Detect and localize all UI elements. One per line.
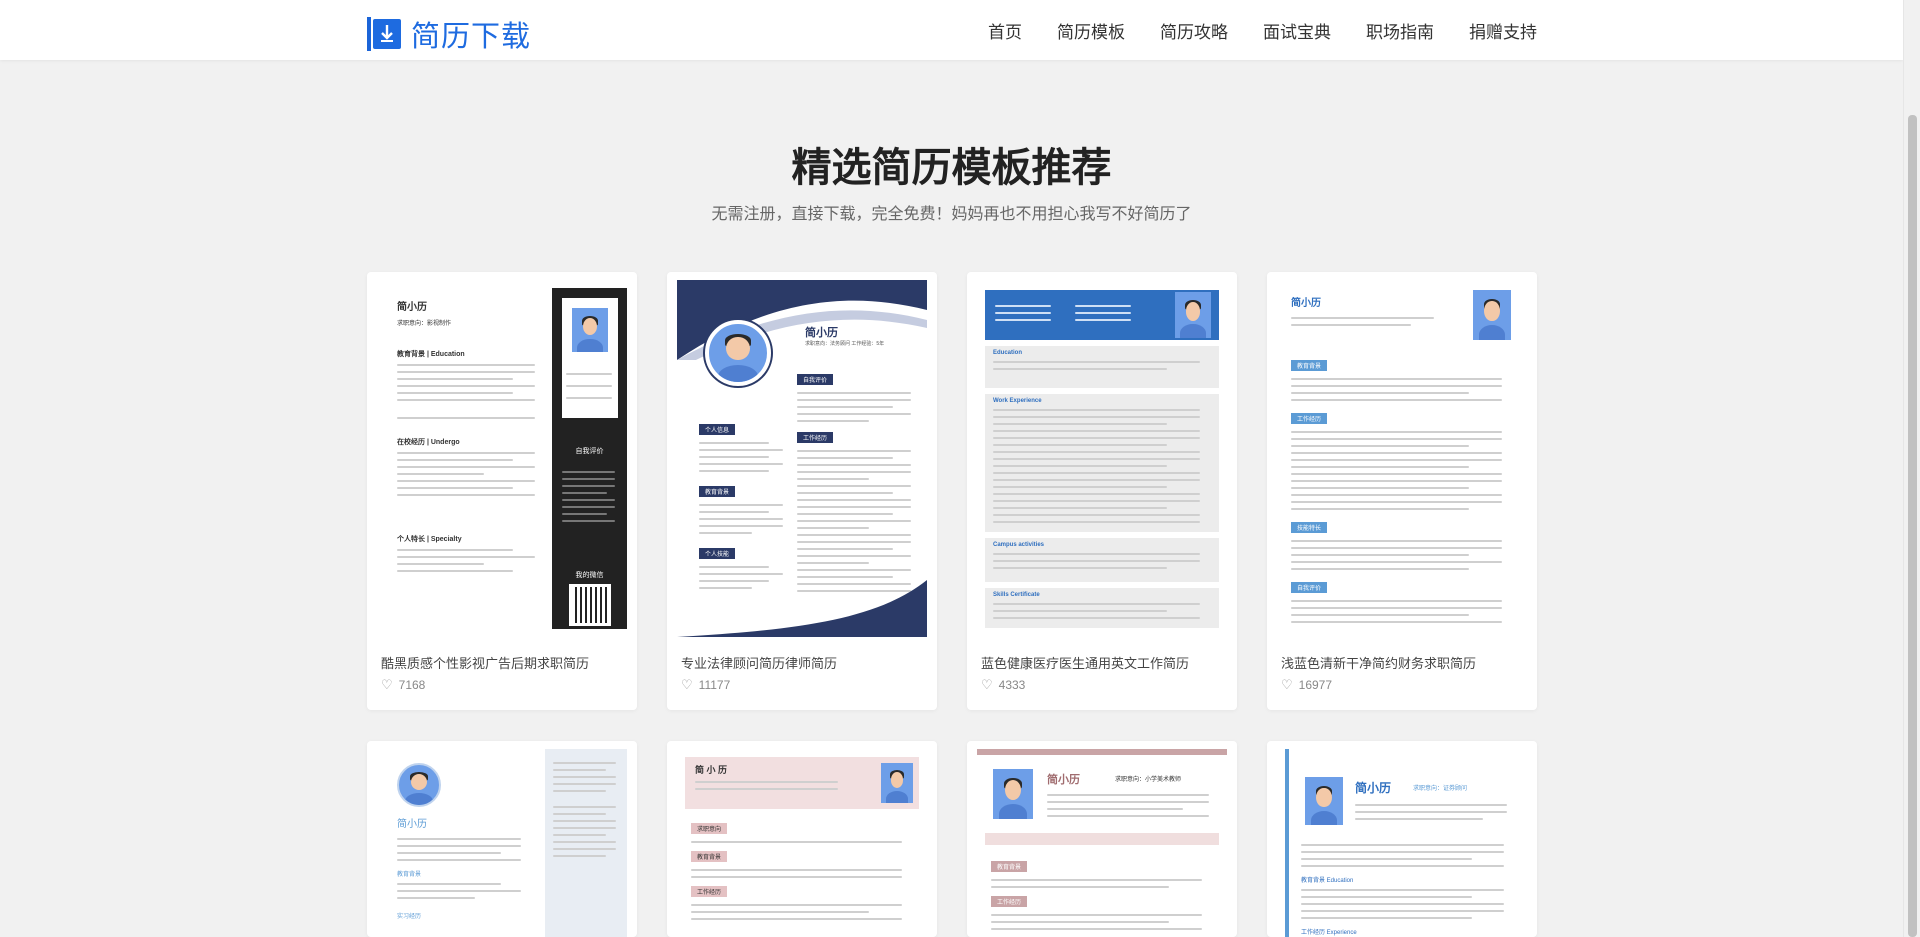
thumb-section: 个人信息 xyxy=(699,424,736,435)
template-thumbnail[interactable]: 简小历 教育背景 工作经历 技能特长 自我评价 xyxy=(1277,280,1527,637)
thumb-intent: 求职意向：证券顾问 xyxy=(1413,786,1468,792)
like-count[interactable]: ♡ 4333 xyxy=(981,677,1025,693)
like-number: 7168 xyxy=(398,678,426,692)
heart-icon: ♡ xyxy=(981,677,993,692)
thumb-name: 简 小 历 xyxy=(695,765,728,775)
template-card[interactable]: 简小历 求职意向：法务顾问 工作经验：5年 自我评价 工作经历 个人信息 教育背… xyxy=(667,272,937,710)
thumb-section: 教育背景 | Education xyxy=(397,351,465,358)
thumb-section: Campus activities xyxy=(993,542,1045,548)
thumb-section: 求职意向 xyxy=(691,823,728,834)
thumb-section: 个人特长 | Specialty xyxy=(397,536,462,543)
thumb-section: 工作经历 xyxy=(1291,413,1328,424)
thumb-name: 简小历 xyxy=(397,819,427,830)
thumb-intent: 求职意向：影视制作 xyxy=(397,321,452,327)
template-title[interactable]: 酷黑质感个性影视广告后期求职简历 xyxy=(381,653,589,672)
thumb-section: 工作经历 xyxy=(991,896,1028,907)
site-logo[interactable]: 简历下载 xyxy=(367,13,531,55)
thumb-section: Skills Certificate xyxy=(993,592,1040,598)
template-card[interactable]: 简小历 求职意向：小学美术教师 教育背景 工作经历 xyxy=(967,741,1237,937)
thumb-section: 自我评价 xyxy=(797,374,834,385)
page-scrollbar[interactable] xyxy=(1903,0,1920,937)
download-logo-icon xyxy=(367,17,401,51)
thumb-name: 简小历 xyxy=(397,302,427,313)
main-nav: 首页 简历模板 简历攻略 面试宝典 职场指南 捐赠支持 xyxy=(953,0,1537,60)
thumb-section: 教育背景 xyxy=(699,486,736,497)
thumb-section: 自我评价 xyxy=(1291,582,1328,593)
thumb-section: 工作经历 Experience xyxy=(1301,930,1357,936)
thumb-name: 简小历 xyxy=(805,327,838,339)
thumb-section: 工作经历 xyxy=(691,886,728,897)
nav-donate[interactable]: 捐赠支持 xyxy=(1469,18,1537,43)
like-number: 4333 xyxy=(998,678,1026,692)
nav-templates[interactable]: 简历模板 xyxy=(1057,18,1125,43)
thumb-section: 教育背景 xyxy=(397,872,422,878)
heart-icon: ♡ xyxy=(681,677,693,692)
template-thumbnail[interactable]: 简小历 教育背景实习经历 xyxy=(377,749,627,937)
like-count[interactable]: ♡ 11177 xyxy=(681,677,730,693)
thumb-intent: 求职意向：法务顾问 工作经验：5年 xyxy=(805,341,885,347)
thumb-section: 实习经历 xyxy=(397,914,422,920)
thumb-section: Education xyxy=(993,350,1023,356)
template-card[interactable]: 简小历 求职意向：影视制作 教育背景 | Education 在校经历 | Un… xyxy=(367,272,637,710)
thumb-section: 教育背景 xyxy=(991,861,1028,872)
thumb-intent: 求职意向：小学美术教师 xyxy=(1115,777,1182,783)
template-thumbnail[interactable]: 简小历 求职意向：影视制作 教育背景 | Education 在校经历 | Un… xyxy=(377,280,627,637)
template-card[interactable]: 简小历 教育背景 工作经历 技能特长 自我评价 浅蓝色清新干净简约财务求职简历 … xyxy=(1267,272,1537,710)
thumb-section: 教育背景 xyxy=(1291,360,1328,371)
template-card[interactable]: 简小历 求职意向：证券顾问 教育背景 Education 工作经历 Experi… xyxy=(1267,741,1537,937)
thumb-side-heading: 我的微信 xyxy=(575,572,604,579)
thumb-name: 简小历 xyxy=(1355,781,1392,795)
template-thumbnail[interactable]: 简小历 求职意向：法务顾问 工作经验：5年 自我评价 工作经历 个人信息 教育背… xyxy=(677,280,927,637)
section-title: 精选简历模板推荐 xyxy=(791,145,1112,191)
thumb-section: 教育背景 xyxy=(691,851,728,862)
logo-text: 简历下载 xyxy=(411,19,532,53)
template-title[interactable]: 蓝色健康医疗医生通用英文工作简历 xyxy=(981,653,1189,672)
like-number: 16977 xyxy=(1298,678,1333,692)
template-thumbnail[interactable]: 简小历 求职意向：证券顾问 教育背景 Education 工作经历 Experi… xyxy=(1277,749,1527,937)
like-number: 11177 xyxy=(698,678,731,692)
heart-icon: ♡ xyxy=(1281,677,1293,692)
heart-icon: ♡ xyxy=(381,677,393,692)
nav-home[interactable]: 首页 xyxy=(988,18,1022,43)
template-thumbnail[interactable]: 简 小 历 求职意向 教育背景 工作经历 xyxy=(677,749,927,937)
site-header: 简历下载 首页 简历模板 简历攻略 面试宝典 职场指南 捐赠支持 xyxy=(0,0,1903,60)
thumb-section: 个人技能 xyxy=(699,548,736,559)
thumb-name: 简小历 xyxy=(1291,298,1321,309)
template-title[interactable]: 浅蓝色清新干净简约财务求职简历 xyxy=(1281,653,1476,672)
thumb-section: Work Experience xyxy=(993,398,1042,404)
template-thumbnail[interactable]: 简小历 求职意向：小学美术教师 教育背景 工作经历 xyxy=(977,749,1227,937)
thumb-section: 在校经历 | Undergo xyxy=(397,439,460,446)
template-thumbnail[interactable]: Education Work Experience Campus activit… xyxy=(977,280,1227,637)
nav-career[interactable]: 职场指南 xyxy=(1366,18,1434,43)
nav-guides[interactable]: 简历攻略 xyxy=(1160,18,1228,43)
template-card[interactable]: 简 小 历 求职意向 教育背景 工作经历 xyxy=(667,741,937,937)
thumb-section: 技能特长 xyxy=(1291,522,1328,533)
like-count[interactable]: ♡ 16977 xyxy=(1281,677,1332,693)
thumb-name: 简小历 xyxy=(1047,774,1080,786)
scrollbar-thumb[interactable] xyxy=(1908,115,1917,937)
qr-code-icon xyxy=(569,584,611,626)
thumb-section: 工作经历 xyxy=(797,432,834,443)
template-card[interactable]: Education Work Experience Campus activit… xyxy=(967,272,1237,710)
template-title[interactable]: 专业法律顾问简历律师简历 xyxy=(681,653,837,672)
nav-interview[interactable]: 面试宝典 xyxy=(1263,18,1331,43)
section-subtitle: 无需注册，直接下载，完全免费！妈妈再也不用担心我写不好简历了 xyxy=(711,204,1192,223)
template-card[interactable]: 简小历 教育背景实习经历 xyxy=(367,741,637,937)
thumb-section: 教育背景 Education xyxy=(1301,878,1354,884)
like-count[interactable]: ♡ 7168 xyxy=(381,677,425,693)
thumb-side-heading: 自我评价 xyxy=(575,448,604,455)
